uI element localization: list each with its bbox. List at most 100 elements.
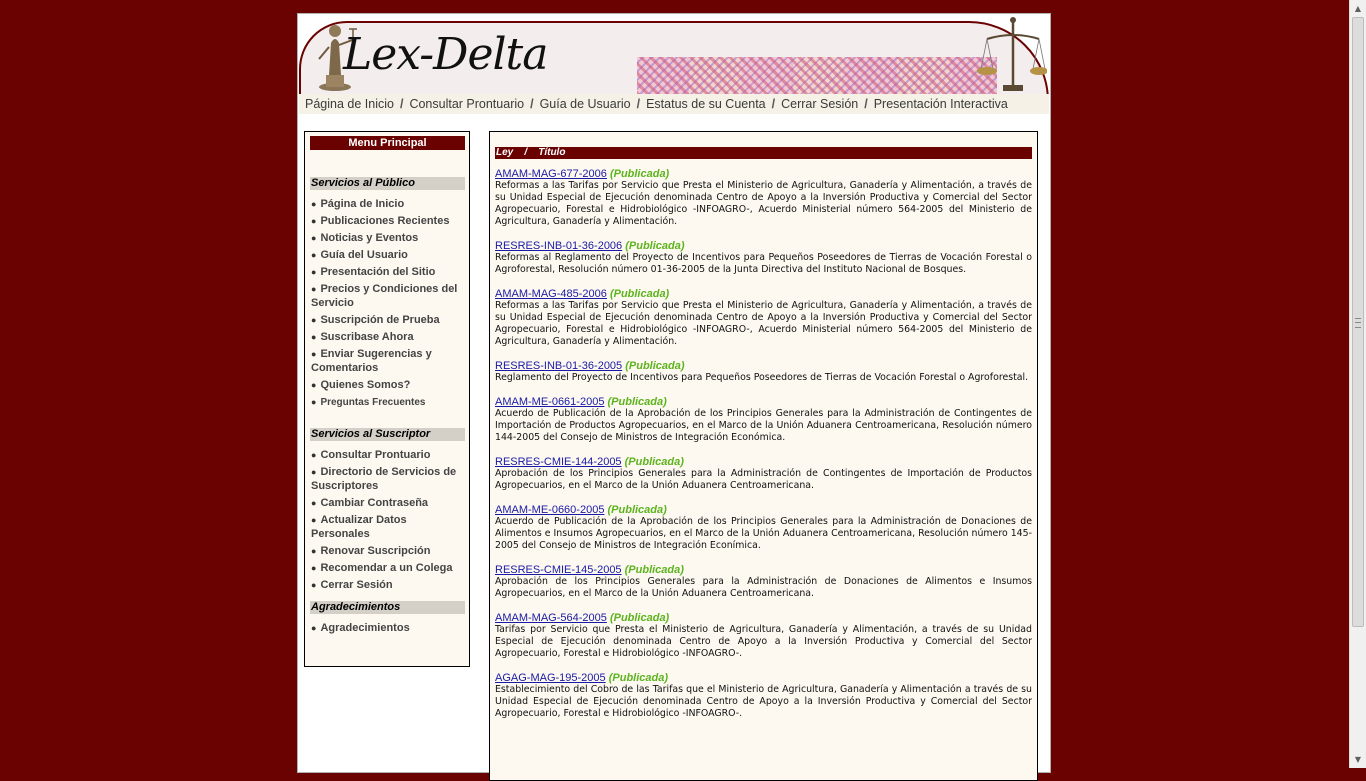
bullet-icon: ● (311, 380, 317, 390)
law-link[interactable]: RESRES-CMIE-144-2005 (495, 456, 622, 468)
acknowledgements-list: ● Agradecimientos (311, 621, 467, 638)
law-list: AMAM-MAG-677-2006 (Publicada) Reformas a… (495, 168, 1032, 732)
sidebar-item-trial[interactable]: ● Suscripción de Prueba (311, 313, 467, 327)
law-description: Reglamento del Proyecto de Incentivos pa… (495, 372, 1029, 383)
law-description: Tarifas por Servicio que Presta el Minis… (495, 624, 1032, 659)
law-link[interactable]: AMAM-MAG-677-2006 (495, 168, 607, 180)
law-link[interactable]: AMAM-ME-0660-2005 (495, 504, 604, 516)
bullet-icon: ● (311, 563, 317, 573)
site-header: Lex-Delta (299, 15, 1049, 95)
bullet-icon: ● (311, 580, 317, 590)
bullet-icon: ● (311, 315, 317, 325)
bullet-icon: ● (311, 397, 317, 407)
sidebar-item-subscribe[interactable]: ● Suscribase Ahora (311, 330, 467, 344)
law-link[interactable]: RESRES-INB-01-36-2006 (495, 240, 622, 252)
list-item: AGAG-MAG-195-2005 (Publicada) Establecim… (495, 672, 1032, 720)
status-badge: (Publicada) (625, 360, 685, 372)
public-services-list: ● Página de Inicio ● Publicaciones Recient… (311, 197, 467, 413)
bullet-icon: ● (311, 546, 317, 556)
nav-logout[interactable]: Cerrar Sesión (775, 97, 864, 111)
sidebar-item-acknowledgements[interactable]: ● Agradecimientos (311, 621, 467, 635)
nav-interactive-presentation[interactable]: Presentación Interactiva (868, 97, 1014, 111)
sidebar-item-update-data[interactable]: ● Actualizar Datos Personales (311, 513, 467, 541)
scales-of-justice-icon (977, 17, 1047, 91)
sidebar-item-faq[interactable]: ● Preguntas Frecuentes (311, 395, 467, 410)
sidebar-item-home[interactable]: ● Página de Inicio (311, 197, 467, 211)
law-link[interactable]: AMAM-MAG-485-2006 (495, 288, 607, 300)
sidebar-item-change-password[interactable]: ● Cambiar Contraseña (311, 496, 467, 510)
law-link[interactable]: AMAM-MAG-564-2005 (495, 612, 607, 624)
law-description: Acuerdo de Publicación de la Aprobación … (495, 516, 1032, 551)
decorative-textile-banner (637, 57, 997, 95)
status-badge: (Publicada) (609, 168, 670, 180)
status-badge: (Publicada) (609, 612, 670, 624)
nav-home[interactable]: Página de Inicio (299, 97, 400, 111)
list-item: AMAM-ME-0661-2005 (Publicada) Acuerdo de… (495, 396, 1032, 444)
list-item: RESRES-CMIE-144-2005 (Publicada) Aprobac… (495, 456, 1032, 492)
status-badge: (Publicada) (609, 288, 670, 300)
bullet-icon: ● (311, 450, 317, 460)
scroll-up-arrow-icon[interactable]: ▲ (1350, 0, 1366, 17)
sidebar-item-recent-publications[interactable]: ● Publicaciones Recientes (311, 214, 467, 228)
grip-icon (1355, 318, 1361, 328)
bullet-icon: ● (311, 332, 317, 342)
bullet-icon: ● (311, 467, 317, 477)
list-item: RESRES-INB-01-36-2005 (Publicada) Reglam… (495, 360, 1032, 384)
bullet-icon: ● (311, 267, 317, 277)
list-item: AMAM-MAG-564-2005 (Publicada) Tarifas po… (495, 612, 1032, 660)
section-public-services: Servicios al Público (310, 177, 465, 190)
bullet-icon: ● (311, 233, 317, 243)
site-logo[interactable]: Lex-Delta (343, 29, 548, 80)
list-item: AMAM-ME-0660-2005 (Publicada) Acuerdo de… (495, 504, 1032, 552)
bullet-icon: ● (311, 349, 317, 359)
subscriber-services-list: ● Consultar Prontuario ● Directorio de Ser… (311, 448, 467, 595)
content-header: Ley / Título (495, 147, 1032, 159)
scrollbar-thumb[interactable] (1352, 17, 1364, 627)
law-description: Aprobación de los Principios Generales p… (495, 468, 1032, 491)
scroll-down-arrow-icon[interactable]: ▼ (1350, 751, 1366, 768)
status-badge: (Publicada) (607, 504, 667, 516)
main-content: Ley / Título AMAM-MAG-677-2006 (Publicad… (489, 131, 1038, 781)
nav-user-guide[interactable]: Guía de Usuario (534, 97, 637, 111)
law-link[interactable]: RESRES-INB-01-36-2005 (495, 360, 622, 372)
nav-consult-record[interactable]: Consultar Prontuario (403, 97, 530, 111)
section-acknowledgements: Agradecimientos (310, 601, 465, 614)
top-navigation: Página de Inicio / Consultar Prontuario … (299, 94, 1049, 114)
sidebar-item-renew[interactable]: ● Renovar Suscripción (311, 544, 467, 558)
law-description: Reformas al Reglamento del Proyecto de I… (495, 252, 1032, 275)
law-description: Establecimiento del Cobro de las Tarifas… (495, 684, 1032, 719)
bullet-icon: ● (311, 515, 317, 525)
list-item: AMAM-MAG-677-2006 (Publicada) Reformas a… (495, 168, 1032, 228)
sidebar-item-consult-record[interactable]: ● Consultar Prontuario (311, 448, 467, 462)
law-link[interactable]: AGAG-MAG-195-2005 (495, 672, 606, 684)
sidebar-item-pricing[interactable]: ● Precios y Condiciones del Servicio (311, 282, 467, 310)
vertical-scrollbar[interactable]: ▲ ▼ (1349, 0, 1366, 768)
status-badge: (Publicada) (624, 564, 684, 576)
sidebar-item-directory[interactable]: ● Directorio de Servicios de Suscriptores (311, 465, 467, 493)
law-link[interactable]: RESRES-CMIE-145-2005 (495, 564, 622, 576)
law-description: Reformas a las Tarifas por Servicio que … (495, 300, 1032, 347)
sidebar-item-suggestions[interactable]: ● Enviar Sugerencias y Comentarios (311, 347, 467, 375)
law-description: Reformas a las Tarifas por Servicio que … (495, 180, 1032, 227)
bullet-icon: ● (311, 250, 317, 260)
list-item: RESRES-CMIE-145-2005 (Publicada) Aprobac… (495, 564, 1032, 600)
bullet-icon: ● (311, 216, 317, 226)
sidebar-item-user-guide[interactable]: ● Guía del Usuario (311, 248, 467, 262)
bullet-icon: ● (311, 498, 317, 508)
status-badge: (Publicada) (607, 396, 667, 408)
bullet-icon: ● (311, 199, 317, 209)
law-link[interactable]: AMAM-ME-0661-2005 (495, 396, 604, 408)
section-subscriber-services: Servicios al Suscriptor (310, 428, 465, 441)
menu-title: Menu Principal (310, 136, 465, 150)
status-badge: (Publicada) (625, 240, 685, 252)
sidebar-item-about[interactable]: ● Quienes Somos? (311, 378, 467, 392)
sidebar-item-recommend[interactable]: ● Recomendar a un Colega (311, 561, 467, 575)
bullet-icon: ● (311, 284, 317, 294)
nav-account-status[interactable]: Estatus de su Cuenta (640, 97, 772, 111)
sidebar-item-news-events[interactable]: ● Noticias y Eventos (311, 231, 467, 245)
sidebar-item-site-presentation[interactable]: ● Presentación del Sitio (311, 265, 467, 279)
page-container: Lex-Delta Página de Inicio / Consultar P… (297, 13, 1051, 781)
sidebar-item-logout[interactable]: ● Cerrar Sesión (311, 578, 467, 592)
status-badge: (Publicada) (608, 672, 669, 684)
law-description: Acuerdo de Publicación de la Aprobación … (495, 408, 1032, 443)
